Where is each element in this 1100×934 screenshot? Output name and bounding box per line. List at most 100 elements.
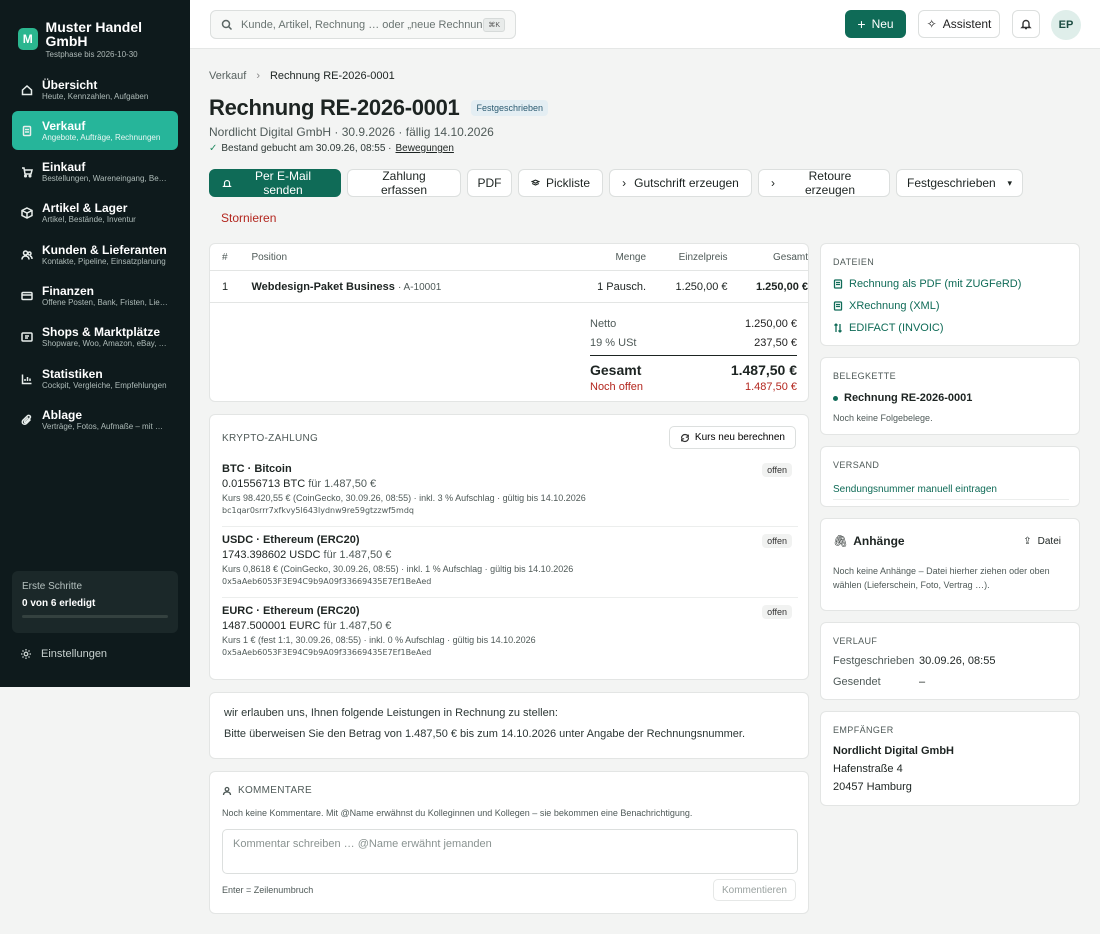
new-button[interactable]: + Neu	[845, 10, 906, 38]
transfer-icon	[834, 323, 842, 333]
sidebar-item-shops[interactable]: Shops & Marktplätze Shopware, Woo, Amazon…	[12, 318, 178, 357]
file-link-edifact[interactable]: EDIFACT (INVOIC)	[833, 322, 944, 334]
history-row: Festgeschrieben 30.09.26, 08:55	[833, 655, 995, 667]
crypto-title: KRYPTO-ZAHLUNG	[222, 433, 319, 444]
box-icon	[20, 206, 34, 220]
row-unit-price: 1.250,00 €	[675, 280, 728, 293]
create-credit-note-button[interactable]: › Gutschrift erzeugen	[609, 169, 752, 197]
upload-file-button[interactable]: ⇪ Datei	[1023, 536, 1061, 547]
comment-input[interactable]	[222, 829, 798, 874]
crypto-option-btc: BTC · Bitcoin 0.01556713 BTC für 1.487,5…	[222, 463, 798, 527]
assistant-button[interactable]: ✧ Assistent	[918, 10, 1000, 38]
sidebar-item-artikel[interactable]: Artikel & Lager Artikel, Bestände, Invent…	[12, 194, 178, 233]
picklist-button[interactable]: Pickliste	[518, 169, 603, 197]
coin-rate: Kurs 98.420,55 € (CoinGecko, 30.09.26, 0…	[222, 493, 586, 503]
notifications-button[interactable]	[1012, 10, 1040, 38]
document-icon	[833, 301, 843, 311]
picklist-label: Pickliste	[545, 176, 590, 190]
breadcrumb: Verkauf › Rechnung RE-2026-0001	[209, 70, 395, 82]
movements-link[interactable]: Bewegungen	[396, 143, 454, 154]
sidebar-item-finanzen[interactable]: Finanzen Offene Posten, Bank, Fristen, Li…	[12, 276, 178, 315]
store-icon	[20, 330, 34, 344]
coin-address[interactable]: bc1qar0srrr7xfkvy5l643lydnw9re59gtzzwf5m…	[222, 506, 798, 515]
breadcrumb-current: Rechnung RE-2026-0001	[269, 70, 395, 82]
add-tracking-number-link[interactable]: Sendungsnummer manuell eintragen	[833, 484, 1069, 500]
document-chain-current[interactable]: Rechnung RE-2026-0001	[833, 392, 972, 404]
sidebar-item-verkauf[interactable]: Verkauf Angebote, Aufträge, Rechnungen	[12, 111, 178, 151]
file-link-label: Rechnung als PDF (mit ZUGFeRD)	[849, 278, 1022, 290]
sidebar-nav: Übersicht Heute, Kennzahlen, Aufgaben Ver…	[0, 70, 190, 439]
sidebar-item-label: Kunden & Lieferanten	[42, 242, 167, 257]
settings-link[interactable]: Einstellungen	[20, 648, 107, 660]
sidebar-item-sub: Angebote, Aufträge, Rechnungen	[42, 132, 161, 142]
table-header: # Position Menge Einzelpreis Gesamt	[210, 244, 808, 271]
record-payment-label: Zahlung erfassen	[380, 169, 428, 197]
send-email-label: Per E-Mail senden	[255, 169, 312, 197]
comments-title: KOMMENTARE	[222, 785, 312, 796]
coin-for: für 1.487,50 €	[323, 620, 392, 632]
files-title: DATEIEN	[833, 257, 875, 267]
onboarding-card[interactable]: Erste Schritte 0 von 6 erledigt	[12, 571, 178, 633]
invoice-notes: wir erlauben uns, Ihnen folgende Leistun…	[209, 692, 809, 759]
sidebar-item-sub: Verträge, Fotos, Aufmaße – mit Suche	[42, 421, 168, 431]
brand[interactable]: M Muster Handel GmbH Testphase bis 2026-…	[0, 0, 190, 60]
stock-note: ✓ Bestand gebucht am 30.09.26, 08:55 · B…	[209, 143, 454, 154]
recalculate-rate-button[interactable]: Kurs neu berechnen	[668, 426, 796, 449]
paperclip-icon	[20, 413, 34, 427]
status-select[interactable]: Festgeschrieben ▾	[896, 169, 1023, 197]
brand-subtitle: Testphase bis 2026-10-30	[45, 49, 138, 59]
sidebar-item-uebersicht[interactable]: Übersicht Heute, Kennzahlen, Aufgaben	[12, 70, 178, 109]
breadcrumb-parent[interactable]: Verkauf	[209, 70, 246, 82]
history-title: VERLAUF	[833, 636, 878, 646]
upload-file-label: Datei	[1037, 536, 1061, 547]
sidebar-item-label: Artikel & Lager	[42, 201, 128, 216]
chevron-down-icon: ▾	[1007, 177, 1012, 188]
sidebar-item-sub: Kontakte, Pipeline, Einsatzplanung	[42, 256, 166, 266]
gross-value: 1.487,50 €	[730, 362, 797, 378]
file-link-label: XRechnung (XML)	[849, 300, 940, 312]
status-badge: offen	[762, 534, 792, 548]
cancel-invoice-button[interactable]: Stornieren	[221, 211, 276, 225]
sidebar-item-kunden[interactable]: Kunden & Lieferanten Kontakte, Pipeline, …	[12, 235, 178, 274]
totals: Netto 1.250,00 € 19 % USt 237,50 € Gesamt 1…	[590, 314, 797, 393]
global-search[interactable]: ⌘K	[210, 10, 516, 39]
sidebar-item-label: Ablage	[42, 407, 83, 422]
submit-comment-button[interactable]: Kommentieren	[712, 879, 796, 901]
crypto-option-eurc: EURC · Ethereum (ERC20) 1487.500001 EURC…	[222, 605, 798, 669]
shipping-title: VERSAND	[833, 460, 880, 470]
create-return-button[interactable]: › Retoure erzeugen	[758, 169, 890, 197]
refresh-icon	[680, 433, 690, 442]
search-input[interactable]	[241, 18, 484, 31]
document-chain-title: BELEGKETTE	[833, 371, 897, 381]
open-label: Noch offen	[590, 381, 644, 393]
coin-address[interactable]: 0x5aAeb6053F3E94C9b9A09f33669435E7Ef1BeA…	[222, 577, 798, 586]
status-badge: Festgeschrieben	[471, 100, 549, 116]
sidebar-item-sub: Artikel, Bestände, Inventur	[42, 215, 136, 225]
cart-icon	[20, 165, 34, 179]
sidebar-item-ablage[interactable]: Ablage Verträge, Fotos, Aufmaße – mit Suc…	[12, 400, 178, 439]
sidebar-item-statistiken[interactable]: Statistiken Cockpit, Vergleiche, Empfehlu…	[12, 359, 178, 398]
coin-address[interactable]: 0x5aAeb6053F3E94C9b9A09f33669435E7Ef1BeA…	[222, 648, 798, 657]
coin-for: für 1.487,50 €	[308, 478, 377, 490]
status-badge: offen	[762, 605, 792, 619]
onboarding-progress-text: 0 von 6 erledigt	[22, 598, 96, 609]
coin-amount: 1487.500001 EURC	[222, 620, 321, 632]
sidebar-item-einkauf[interactable]: EinkaufBestellungen, Wareneingang, Beste…	[12, 153, 178, 192]
gross-label: Gesamt	[590, 362, 642, 378]
pdf-button[interactable]: PDF	[467, 169, 512, 197]
send-email-button[interactable]: Per E-Mail senden	[209, 169, 341, 197]
attachments-dropzone[interactable]: Noch keine Anhänge – Datei hierher ziehe…	[833, 564, 1063, 592]
recipient-city: 20457 Hamburg	[833, 781, 912, 793]
record-payment-button[interactable]: Zahlung erfassen	[347, 169, 461, 197]
file-link-xrechnung[interactable]: XRechnung (XML)	[833, 300, 940, 312]
table-row[interactable]: 1 Webdesign-Paket Business · A-10001 1 P…	[210, 271, 808, 303]
home-icon	[20, 83, 34, 97]
coin-rate: Kurs 0,8618 € (CoinGecko, 30.09.26, 08:5…	[222, 564, 574, 574]
onboarding-title: Erste Schritte	[22, 581, 83, 592]
sidebar-item-label: Shops & Marktplätze	[42, 325, 161, 340]
coin-rate: Kurs 1 € (fest 1:1, 30.09.26, 08:55) · i…	[222, 635, 536, 645]
file-link-pdf[interactable]: Rechnung als PDF (mit ZUGFeRD)	[833, 278, 1021, 290]
col-total: Gesamt	[772, 251, 808, 263]
notes-intro: wir erlauben uns, Ihnen folgende Leistun…	[224, 707, 558, 719]
avatar[interactable]: EP	[1051, 10, 1081, 40]
